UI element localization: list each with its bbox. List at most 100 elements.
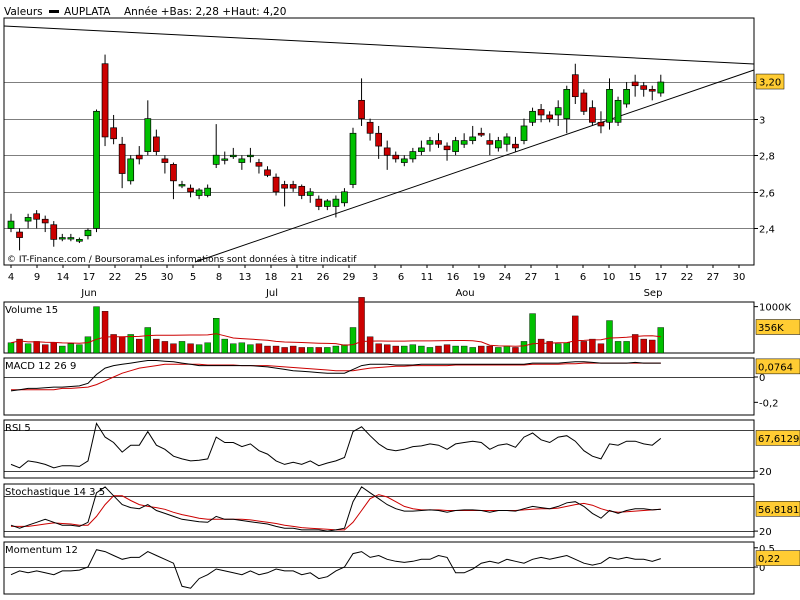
candle: [589, 100, 596, 126]
candle-body: [178, 184, 186, 187]
candle-body: [255, 162, 263, 167]
candle: [657, 74, 665, 97]
candle: [324, 199, 331, 211]
candle-body: [238, 158, 246, 163]
volume-bar: [486, 345, 493, 354]
momentum-panel: Momentum 12 0,500,22: [3, 541, 800, 595]
candle-body: [127, 158, 135, 182]
candle: [247, 147, 254, 163]
candle: [24, 213, 32, 229]
candle: [503, 133, 511, 152]
volume-bar: [153, 338, 160, 354]
candle: [375, 125, 382, 159]
candle-body: [264, 169, 271, 176]
x-month-label: Jun: [80, 288, 97, 299]
candle-body: [571, 74, 579, 98]
candle-body: [512, 143, 519, 149]
stochastic-panel: Stochastique 14 3 5 20 56,8181: [3, 483, 800, 538]
volume-bar: [136, 338, 143, 354]
candle-body: [409, 151, 417, 160]
candle: [272, 173, 280, 196]
volume-bar: [640, 338, 647, 354]
x-day-label: 9: [34, 272, 40, 283]
candle-body: [460, 140, 468, 145]
candle: [349, 127, 357, 189]
macd-panel: MACD 12 26 9 0 -0,2 0,0764: [3, 357, 800, 416]
candle: [50, 221, 58, 247]
x-month-label: Sep: [644, 288, 663, 299]
volume-bar: [67, 343, 75, 354]
panel-frame: [3, 357, 755, 416]
candle-body: [349, 132, 357, 185]
candle-body: [383, 147, 391, 156]
candle: [614, 96, 622, 126]
volume-bar: [460, 345, 468, 354]
candle-body: [426, 140, 434, 145]
volume-bar: [264, 345, 271, 354]
stochastic-d-line: [11, 494, 661, 531]
candle: [315, 195, 323, 211]
candle-body: [332, 198, 340, 207]
price-tick-label: 2,6: [759, 189, 775, 200]
volume-bar: [24, 343, 32, 354]
volume-bar: [409, 344, 417, 354]
x-day-label: 11: [421, 272, 434, 283]
candle-body: [452, 140, 459, 152]
candle-body: [118, 143, 126, 174]
volume-bar: [349, 327, 357, 354]
panel-frame: [3, 419, 755, 479]
candle: [631, 74, 639, 97]
candle-body: [606, 89, 613, 123]
candle-body: [50, 224, 58, 240]
candle-body: [7, 220, 15, 229]
candle: [76, 237, 83, 244]
candle-body: [76, 239, 83, 242]
panel-tick-label: 0: [759, 373, 765, 384]
volume-bar: [187, 343, 194, 354]
x-day-label: 6: [398, 272, 404, 283]
panel-label: Stochastique 14 3 5: [5, 487, 105, 498]
candle-body: [170, 164, 177, 182]
candle: [170, 162, 177, 200]
volume-bar: [520, 341, 528, 354]
volume-bar: [93, 306, 100, 354]
x-day-label: 14: [57, 272, 70, 283]
candle-body: [41, 218, 49, 224]
volume-bar: [118, 336, 126, 354]
candle: [426, 136, 434, 152]
candle: [101, 54, 109, 147]
price-tick-label: 2,8: [759, 152, 775, 163]
volume-bar: [59, 345, 66, 354]
candle: [529, 107, 536, 126]
candle: [58, 233, 66, 242]
x-month-label: Jul: [265, 288, 278, 299]
candle: [264, 166, 271, 178]
panel-value: 67,6129: [758, 434, 799, 445]
candle: [520, 118, 528, 145]
candle-body: [16, 231, 23, 238]
candle: [229, 147, 237, 159]
x-day-label: 27: [525, 272, 538, 283]
candle-body: [187, 187, 194, 193]
candle-body: [204, 187, 211, 196]
candle: [127, 155, 135, 185]
volume-bar: [649, 339, 656, 354]
candle: [135, 146, 143, 165]
header-section-label: Valeurs: [4, 6, 43, 18]
last-price-marker: 3,20: [755, 73, 785, 90]
candle-body: [640, 85, 648, 90]
candle: [486, 133, 494, 156]
candle: [195, 188, 203, 200]
candle: [597, 111, 605, 134]
panel-tick-label: -0,2: [759, 398, 779, 409]
candle-body: [358, 99, 365, 119]
volume-bar: [469, 347, 476, 354]
x-day-label: 21: [291, 272, 304, 283]
x-day-label: 3: [372, 272, 378, 283]
volume-bar: [221, 338, 228, 354]
candle: [469, 125, 477, 145]
candle: [341, 188, 348, 207]
panel-tick-label: 1000K: [759, 303, 791, 314]
candle-body: [554, 107, 562, 116]
volume-bar: [503, 345, 511, 354]
